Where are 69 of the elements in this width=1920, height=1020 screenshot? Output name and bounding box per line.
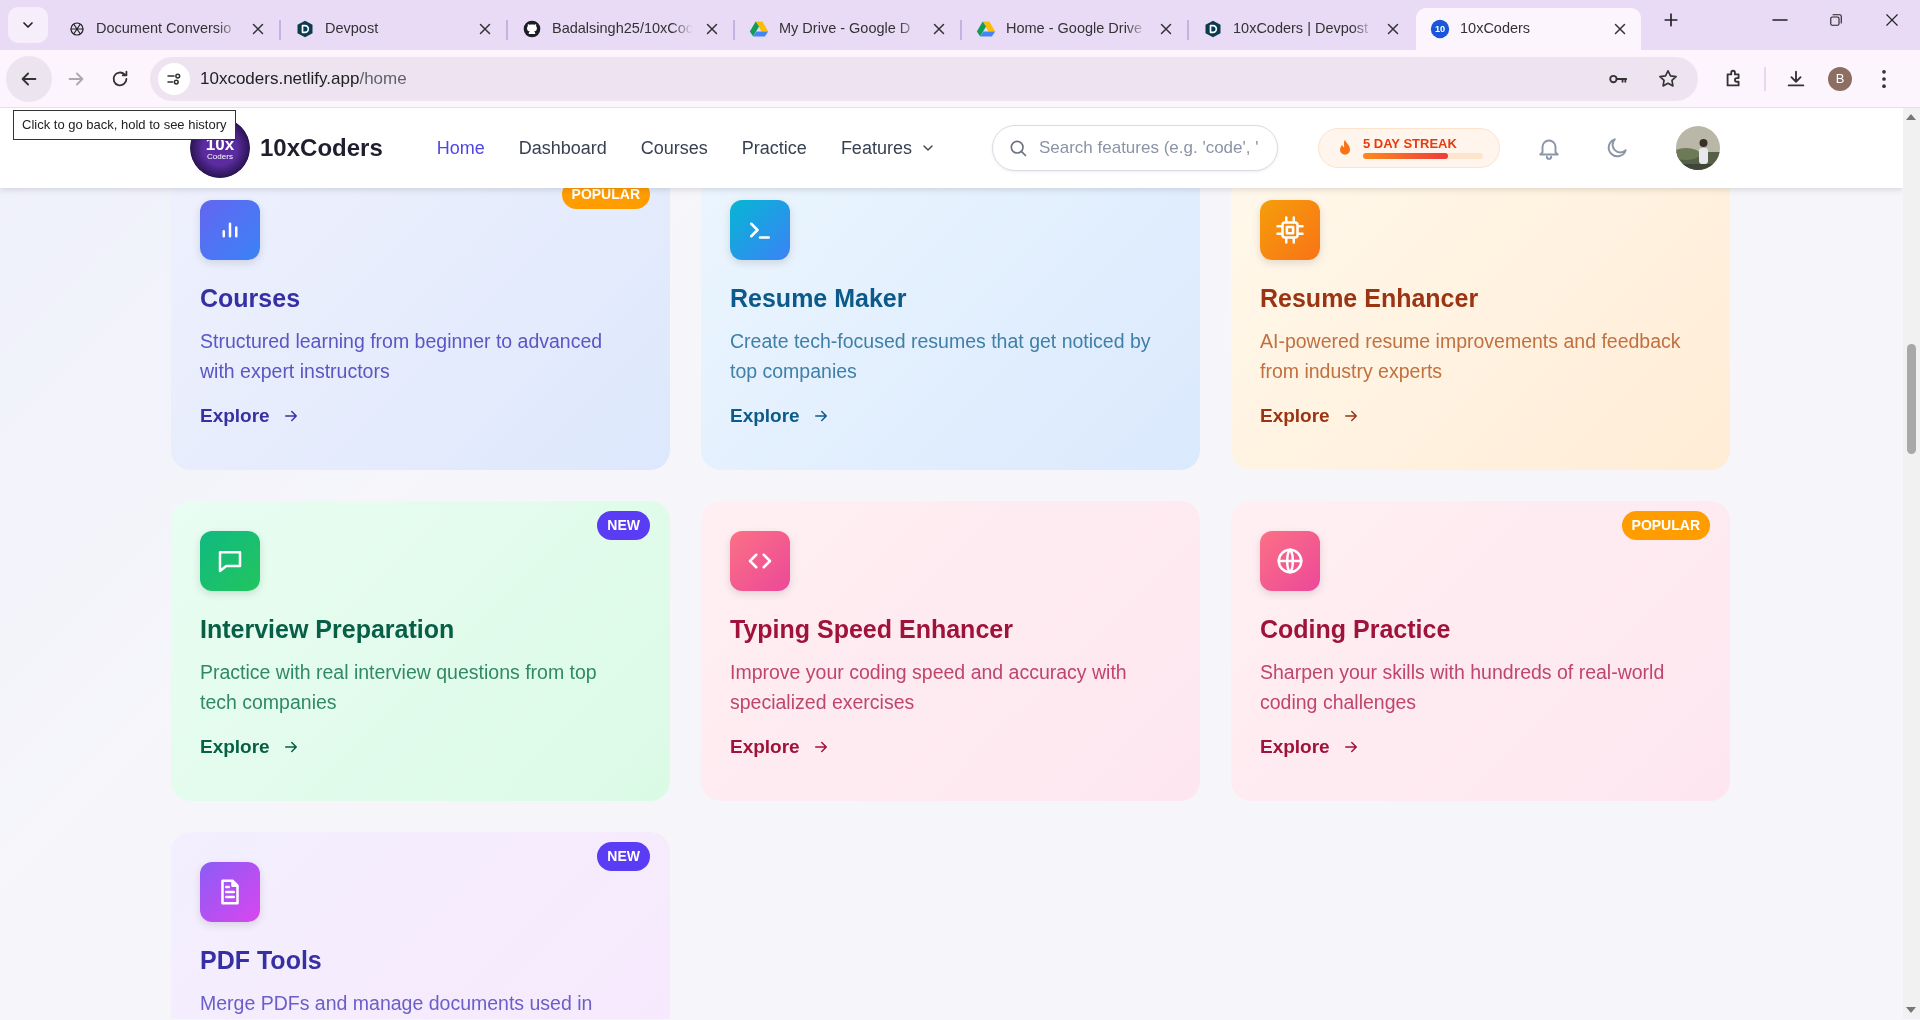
hexagon-icon	[295, 19, 315, 39]
explore-link[interactable]: Explore	[1260, 732, 1360, 761]
feature-title: Courses	[200, 283, 302, 314]
feature-card[interactable]: Interview Preparation Practice with real interview questions from top tech companies Explore NEW	[171, 501, 670, 801]
feature-card[interactable]: Resume Maker Create tech-focused resumes that get noticed by top companies Explore	[701, 188, 1200, 470]
feature-card[interactable]: Courses Structured learning from beginner to advanced with expert instructors Explore POPULAR	[171, 188, 670, 470]
feature-title: Typing Speed Enhancer	[730, 614, 1014, 645]
triangle-icon	[749, 19, 769, 39]
chip-icon	[1275, 215, 1305, 245]
explore-link[interactable]: Explore	[200, 732, 300, 761]
nav-link[interactable]: Dashboard	[504, 128, 621, 168]
browser-tab[interactable]: Devpost	[281, 8, 506, 50]
knot-icon	[68, 20, 86, 38]
feature-description: Sharpen your skills with hundreds of real-world coding challenges	[1260, 659, 1666, 715]
feature-description: AI-powered resume improvements and feedback from industry experts	[1260, 328, 1682, 384]
explore-link[interactable]: Explore	[730, 732, 830, 761]
tag-label: NEW	[597, 511, 650, 540]
browser-tab[interactable]: Document Conversio	[54, 8, 279, 50]
restore-icon	[1827, 11, 1845, 29]
feature-description: Create tech-focused resumes that get noticed by top companies	[730, 328, 1152, 384]
scrollbar[interactable]	[1903, 108, 1920, 1019]
globe-icon	[1275, 546, 1305, 576]
address-bar[interactable]: 10xcoders.netlify.app/home	[150, 56, 1698, 101]
scroll-down-icon	[1906, 1007, 1916, 1013]
cat-icon	[522, 19, 542, 39]
brand-name[interactable]: 10xCoders	[260, 130, 383, 166]
tag-label: NEW	[597, 842, 650, 871]
feature-description: Practice with real interview questions from top tech companies	[200, 659, 598, 715]
star-icon	[1657, 67, 1679, 90]
search-field[interactable]: Search features (e.g. 'code', '	[991, 125, 1278, 171]
browser-tab[interactable]: 10xCoders | Devpost	[1189, 8, 1414, 50]
nav-link[interactable]: Courses	[626, 128, 722, 168]
app-favicon: 10	[1430, 19, 1450, 39]
browser-tab[interactable]: My Drive - Google D	[735, 8, 960, 50]
feature-card[interactable]: Typing Speed Enhancer Improve your coding speed and accuracy with specialized exercises Explore	[701, 501, 1200, 801]
feature-description: Structured learning from beginner to advanced with expert instructors	[200, 328, 604, 384]
browser-tab[interactable]: Badalsingh25/10xCoc	[508, 8, 733, 50]
triangle-icon	[976, 19, 996, 39]
url-text: 10xcoders.netlify.app/home	[200, 67, 408, 90]
more-icon	[1882, 69, 1886, 88]
explore-link[interactable]: Explore	[200, 401, 300, 430]
feature-card[interactable]: Coding Practice Sharpen your skills with hundreds of real-world coding challenges Explore POPULAR	[1231, 501, 1730, 801]
feature-card[interactable]: PDF Tools Merge PDFs and manage documents used in NEW	[171, 832, 670, 1019]
scroll-up-icon	[1906, 114, 1916, 120]
explore-link[interactable]: Explore	[730, 401, 830, 430]
feature-description: Merge PDFs and manage documents used in	[200, 990, 594, 1016]
feature-title: Interview Preparation	[200, 614, 456, 645]
feature-title: Resume Enhancer	[1260, 283, 1480, 314]
tooltip: Click to go back, hold to see history	[13, 110, 236, 140]
nav-link[interactable]: Home	[422, 128, 499, 168]
explore-link[interactable]: Explore	[1260, 401, 1360, 430]
minimize-icon	[1772, 19, 1788, 21]
streak-label: 5 DAY STREAK	[1362, 136, 1458, 152]
tag-label: POPULAR	[1621, 511, 1710, 540]
profile-button[interactable]: B	[1820, 58, 1860, 99]
feature-title: Resume Maker	[730, 283, 908, 314]
close-icon	[1883, 11, 1901, 29]
back-button[interactable]	[6, 55, 52, 102]
nav-link[interactable]: Features	[826, 128, 950, 168]
feature-title: PDF Tools	[200, 945, 323, 976]
browser-tab[interactable]: 10 10xCoders	[1416, 8, 1641, 50]
feature-title: Coding Practice	[1260, 614, 1452, 645]
browser-tab[interactable]: Home - Google Drive	[962, 8, 1187, 50]
scrollbar-thumb[interactable]	[1907, 344, 1916, 454]
feature-description: Improve your coding speed and accuracy with specialized exercises	[730, 659, 1128, 715]
hexagon-icon	[1203, 19, 1223, 39]
nav-link[interactable]: Practice	[727, 128, 821, 168]
feature-card[interactable]: Resume Enhancer AI-powered resume improvements and feedback from industry experts Explore	[1231, 188, 1730, 470]
site-info-button[interactable]	[158, 62, 190, 95]
